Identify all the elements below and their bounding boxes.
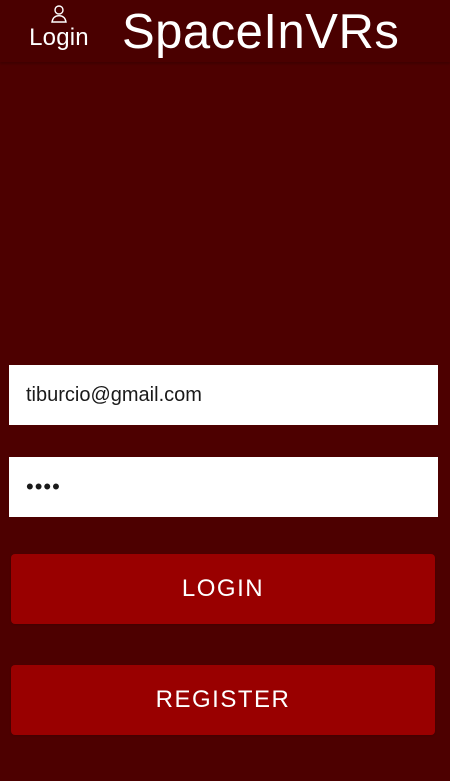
login-nav-button[interactable]: Login (26, 4, 92, 56)
login-button[interactable]: LOGIN (11, 554, 435, 624)
login-nav-label: Login (29, 24, 89, 51)
app-title: SpaceInVRs (122, 5, 400, 59)
user-icon (51, 5, 67, 23)
top-bar: Login SpaceInVRs (0, 0, 450, 62)
register-button[interactable]: REGISTER (11, 665, 435, 735)
password-field[interactable] (9, 457, 438, 517)
email-field[interactable] (9, 365, 438, 425)
